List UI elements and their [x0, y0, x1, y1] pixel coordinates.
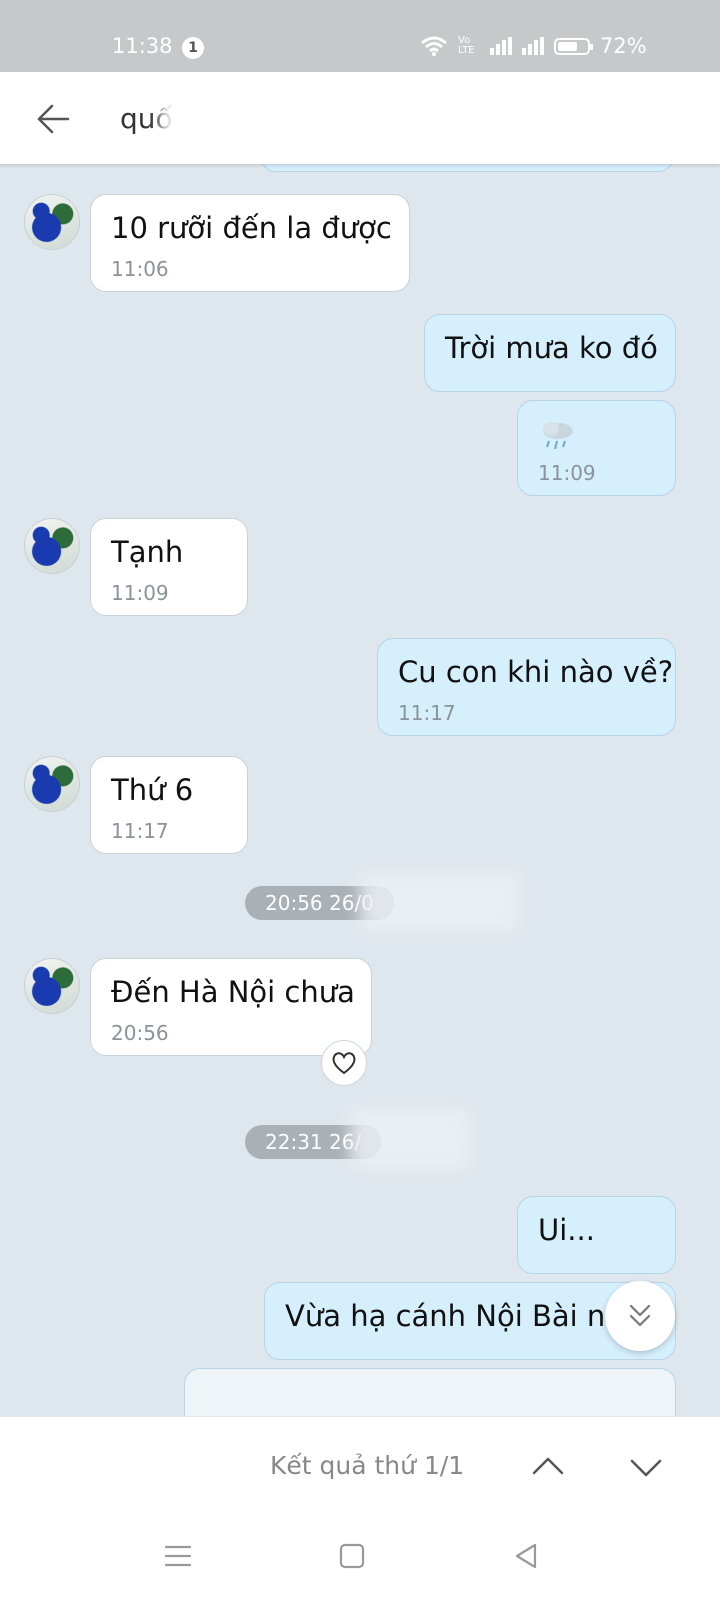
message-text: Vừa hạ cánh Nội Bài nà [285, 1299, 624, 1333]
system-navigation-bar [0, 1516, 720, 1600]
back-triangle-icon[interactable] [508, 1538, 544, 1574]
previous-result-chevron-up-icon[interactable] [526, 1445, 570, 1489]
signal-strength-2-icon [522, 37, 544, 55]
rain-cloud-icon [543, 422, 573, 450]
message-bubble[interactable]: Trời mưa ko đó [424, 314, 676, 392]
message-text: Đến Hà Nội chưa [111, 975, 355, 1009]
blurred-region [350, 1109, 470, 1169]
avatar[interactable] [24, 756, 80, 812]
battery-percent: 72% [600, 34, 647, 58]
message-bubble[interactable]: 10 rưỡi đến la được 11:06 [90, 194, 410, 292]
message-time: 20:56 [111, 1021, 169, 1045]
signal-strength-1-icon [490, 37, 512, 55]
message-bubble[interactable]: Đến Hà Nội chưa 20:56 [90, 958, 372, 1056]
next-result-chevron-down-icon[interactable] [624, 1445, 668, 1489]
message-bubble[interactable]: Tạnh 11:09 [90, 518, 248, 616]
message-bubble[interactable]: Cu con khi nào về? 11:17 [377, 638, 676, 736]
search-result-count: Kết quả thứ 1/1 [270, 1451, 465, 1480]
avatar[interactable] [24, 958, 80, 1014]
search-result-bar: Kết quả thứ 1/1 [0, 1416, 720, 1517]
message-bubble[interactable]: Thứ 6 11:17 [90, 756, 248, 854]
home-square-icon[interactable] [334, 1538, 370, 1574]
menu-icon[interactable] [160, 1538, 196, 1574]
message-text: Ui... [538, 1213, 595, 1247]
message-bubble[interactable]: 11:09 [517, 400, 676, 496]
message-time: 11:09 [538, 461, 596, 485]
message-text: Cu con khi nào về? [398, 655, 674, 689]
volte-icon: Vo LTE [458, 35, 475, 56]
message-time: 11:17 [111, 819, 169, 843]
blurred-region [360, 872, 520, 932]
message-text: 10 rưỡi đến la được [111, 211, 392, 245]
search-header: quố [0, 72, 720, 164]
message-time: 11:17 [398, 701, 456, 725]
message-text: Tạnh [111, 535, 184, 569]
message-bubble[interactable]: Ui... [517, 1196, 676, 1274]
message-text: Trời mưa ko đó [445, 331, 658, 365]
react-heart-button[interactable] [321, 1040, 367, 1086]
chat-history[interactable]: 10 rưỡi đến la được 11:06 Trời mưa ko đó… [0, 164, 720, 1416]
avatar[interactable] [24, 518, 80, 574]
double-chevron-down-icon [629, 1304, 651, 1327]
notification-badge: 1 [182, 37, 204, 59]
status-icons: Vo LTE 72% [420, 34, 647, 58]
blurred-region [160, 84, 280, 144]
heart-icon [332, 1052, 356, 1075]
battery-icon [554, 37, 593, 55]
wifi-icon [421, 36, 447, 57]
message-time: 11:06 [111, 257, 169, 281]
avatar[interactable] [24, 194, 80, 250]
message-text: Thứ 6 [111, 773, 194, 807]
status-bar: 11:38 1 Vo LTE 72% [0, 0, 720, 72]
message-bubble-partial[interactable] [184, 1368, 676, 1416]
message-bubble-partial[interactable] [260, 164, 674, 172]
back-arrow-icon[interactable] [34, 99, 74, 139]
status-time: 11:38 [112, 34, 173, 58]
message-time: 11:09 [111, 581, 169, 605]
scroll-to-bottom-button[interactable] [605, 1281, 675, 1351]
